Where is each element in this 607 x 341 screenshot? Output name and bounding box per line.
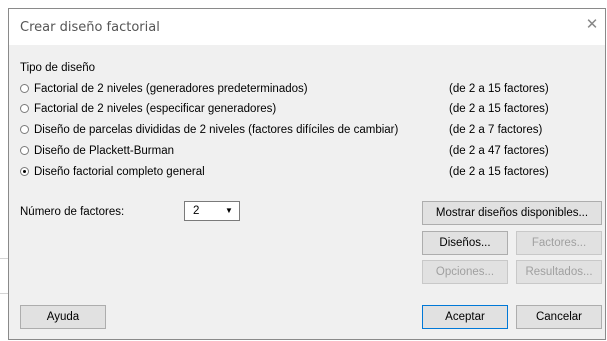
radio-icon[interactable]: [20, 84, 29, 93]
designs-button[interactable]: Diseños...: [422, 231, 508, 255]
range-label: (de 2 a 15 factores): [449, 103, 549, 115]
radio-option-full-factorial[interactable]: Diseño factorial completo general: [20, 166, 205, 182]
background-window-edge: [0, 0, 8, 341]
range-label: (de 2 a 15 factores): [449, 166, 549, 178]
radio-label: Diseño de Plackett-Burman: [34, 145, 174, 157]
create-factorial-design-dialog: Crear diseño factorial ✕ Tipo de diseño …: [8, 8, 606, 340]
title-bar: Crear diseño factorial ✕: [9, 9, 605, 45]
chevron-down-icon[interactable]: ▼: [222, 205, 236, 217]
cancel-button[interactable]: Cancelar: [516, 305, 602, 329]
results-button[interactable]: Resultados...: [516, 260, 602, 284]
radio-option-split-plot[interactable]: Diseño de parcelas divididas de 2 nivele…: [20, 124, 398, 140]
range-label: (de 2 a 15 factores): [449, 83, 549, 95]
close-icon[interactable]: ✕: [581, 14, 603, 36]
radio-icon-selected[interactable]: [20, 167, 29, 176]
range-label: (de 2 a 7 factores): [449, 124, 543, 136]
ok-button[interactable]: Aceptar: [422, 305, 508, 329]
radio-option-2level-default[interactable]: Factorial de 2 niveles (generadores pred…: [20, 83, 308, 99]
radio-label: Factorial de 2 niveles (generadores pred…: [34, 83, 308, 95]
design-type-label: Tipo de diseño: [20, 62, 96, 74]
number-of-factors-select[interactable]: 2 ▼: [184, 201, 240, 221]
radio-option-2level-generators[interactable]: Factorial de 2 niveles (especificar gene…: [20, 103, 276, 119]
radio-label: Factorial de 2 niveles (especificar gene…: [34, 103, 277, 115]
radio-icon[interactable]: [20, 146, 29, 155]
background-divider: [0, 293, 8, 294]
radio-icon[interactable]: [20, 104, 29, 113]
radio-option-plackett-burman[interactable]: Diseño de Plackett-Burman: [20, 145, 174, 161]
options-button[interactable]: Opciones...: [422, 260, 508, 284]
number-of-factors-value: 2: [193, 205, 200, 217]
number-of-factors-label: Número de factores:: [20, 206, 125, 218]
radio-icon[interactable]: [20, 125, 29, 134]
radio-label: Diseño factorial completo general: [34, 166, 205, 178]
radio-label: Diseño de parcelas divididas de 2 nivele…: [34, 124, 399, 136]
help-button[interactable]: Ayuda: [20, 305, 106, 329]
factors-button[interactable]: Factores...: [516, 231, 602, 255]
show-available-designs-button[interactable]: Mostrar diseños disponibles...: [422, 201, 602, 225]
background-divider: [0, 258, 8, 259]
dialog-title: Crear diseño factorial: [20, 20, 160, 35]
range-label: (de 2 a 47 factores): [449, 145, 549, 157]
